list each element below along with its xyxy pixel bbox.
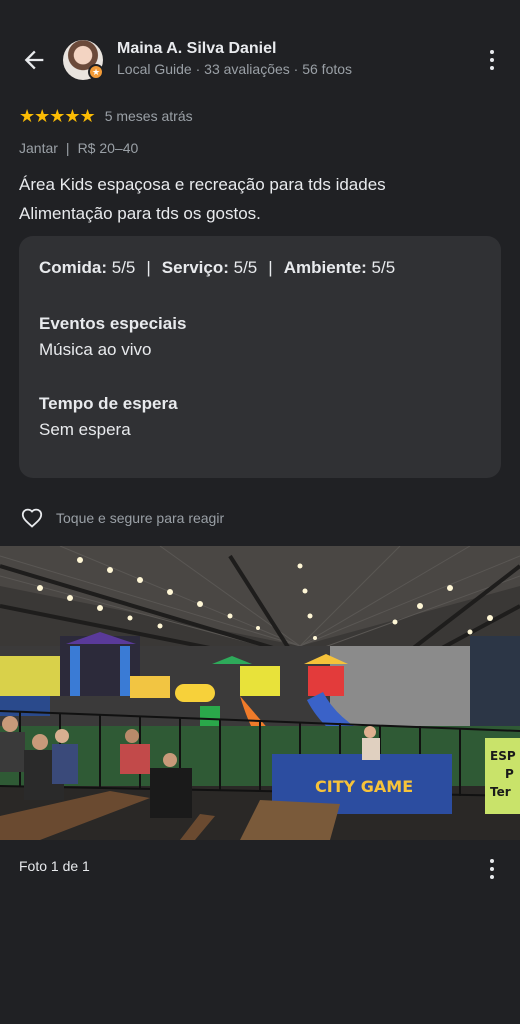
sign-line-1: ESP xyxy=(490,749,516,763)
react-button[interactable]: Toque e segure para reagir xyxy=(19,505,224,531)
review-line: Área Kids espaçosa e recreação para tds … xyxy=(19,175,386,194)
reviewer-name[interactable]: Maina A. Silva Daniel xyxy=(117,40,276,58)
special-events-value: Música ao vivo xyxy=(39,340,152,359)
service-score: 5/5 xyxy=(233,258,258,277)
heart-outline-icon xyxy=(21,508,43,528)
score-summary: Comida: 5/5 | Serviço: 5/5 | Ambiente: 5/5 xyxy=(39,258,481,278)
price-tag: R$ 20–40 xyxy=(77,140,139,156)
food-score: 5/5 xyxy=(111,258,136,277)
local-guide-star-icon: ★ xyxy=(88,64,104,80)
react-label: Toque e segure para reagir xyxy=(56,510,225,526)
review-details-card: Comida: 5/5 | Serviço: 5/5 | Ambiente: 5/5 E… xyxy=(19,236,501,478)
star-rating: ★★★★★ xyxy=(19,105,96,126)
review-photo[interactable]: CITY GAME ESP P Ter xyxy=(0,546,520,840)
arrow-back-icon[interactable] xyxy=(20,46,48,74)
wait-time-value: Sem espera xyxy=(39,420,131,439)
food-label: Comida: xyxy=(39,258,107,277)
review-line: Alimentação para tds os gostos. xyxy=(19,204,261,223)
tag-separator: | xyxy=(65,140,70,156)
service-label: Serviço: xyxy=(161,258,229,277)
atmosphere-score: 5/5 xyxy=(371,258,396,277)
review-time: 5 meses atrás xyxy=(104,108,193,124)
sign-line-2: P xyxy=(505,767,514,781)
special-events-title: Eventos especiais xyxy=(39,314,187,333)
more-vertical-icon[interactable] xyxy=(486,857,498,881)
score-separator: | xyxy=(146,258,151,277)
meal-tag: Jantar xyxy=(19,140,58,156)
reviewer-header: ★ Maina A. Silva Daniel Local Guide · 33… xyxy=(0,34,520,86)
atmosphere-label: Ambiente: xyxy=(283,258,367,277)
reviewer-meta: Local Guide · 33 avaliações · 56 fotos xyxy=(117,61,353,77)
wait-time-title: Tempo de espera xyxy=(39,394,178,413)
review-tags: Jantar | R$ 20–40 xyxy=(19,140,138,156)
sign-line-3: Ter xyxy=(490,785,511,799)
more-vertical-icon[interactable] xyxy=(486,48,498,72)
rating-row: ★★★★★ 5 meses atrás xyxy=(19,106,193,126)
photo-counter: Foto 1 de 1 xyxy=(19,858,90,874)
score-separator: | xyxy=(268,258,273,277)
review-text: Área Kids espaçosa e recreação para tds … xyxy=(19,170,499,228)
photo-illustration: CITY GAME ESP P Ter xyxy=(0,546,520,840)
city-game-banner: CITY GAME xyxy=(315,777,413,796)
